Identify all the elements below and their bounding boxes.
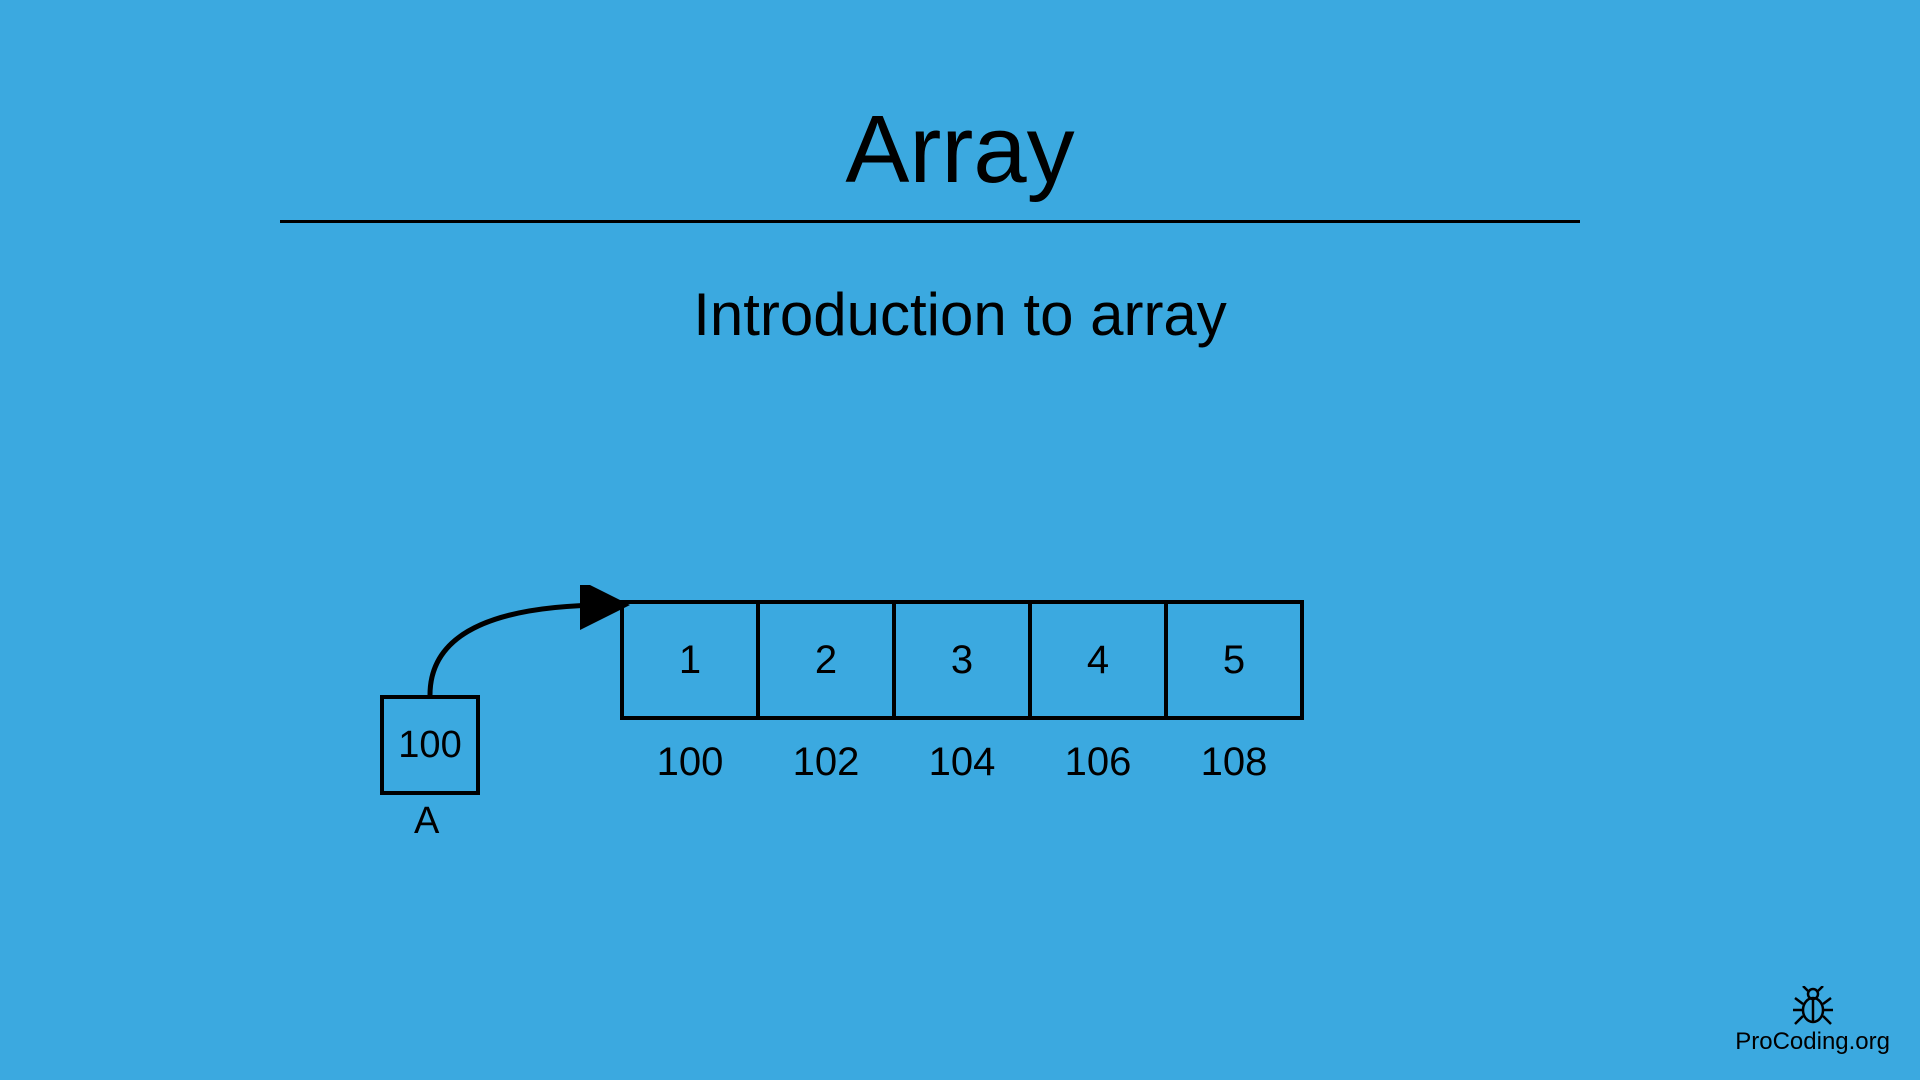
logo: ProCoding.org: [1735, 986, 1890, 1056]
pointer-box: 100: [380, 695, 480, 795]
array-cell: 1: [620, 600, 760, 720]
pointer-value: 100: [398, 724, 461, 767]
array-cells: 1 2 3 4 5: [620, 600, 1304, 720]
array-cell: 4: [1028, 600, 1168, 720]
pointer-label: A: [414, 800, 439, 843]
title: Array: [845, 95, 1074, 205]
title-separator: [280, 220, 1580, 223]
bug-icon: [1735, 986, 1890, 1026]
array-address: 104: [892, 740, 1032, 785]
array-addresses: 100 102 104 106 108: [620, 740, 1304, 785]
logo-text: ProCoding.org: [1735, 1028, 1890, 1056]
array-address: 106: [1028, 740, 1168, 785]
subtitle: Introduction to array: [693, 280, 1227, 349]
array-address: 100: [620, 740, 760, 785]
array-cell: 3: [892, 600, 1032, 720]
array-cell: 2: [756, 600, 896, 720]
array-address: 108: [1164, 740, 1304, 785]
array-address: 102: [756, 740, 896, 785]
array-cell: 5: [1164, 600, 1304, 720]
